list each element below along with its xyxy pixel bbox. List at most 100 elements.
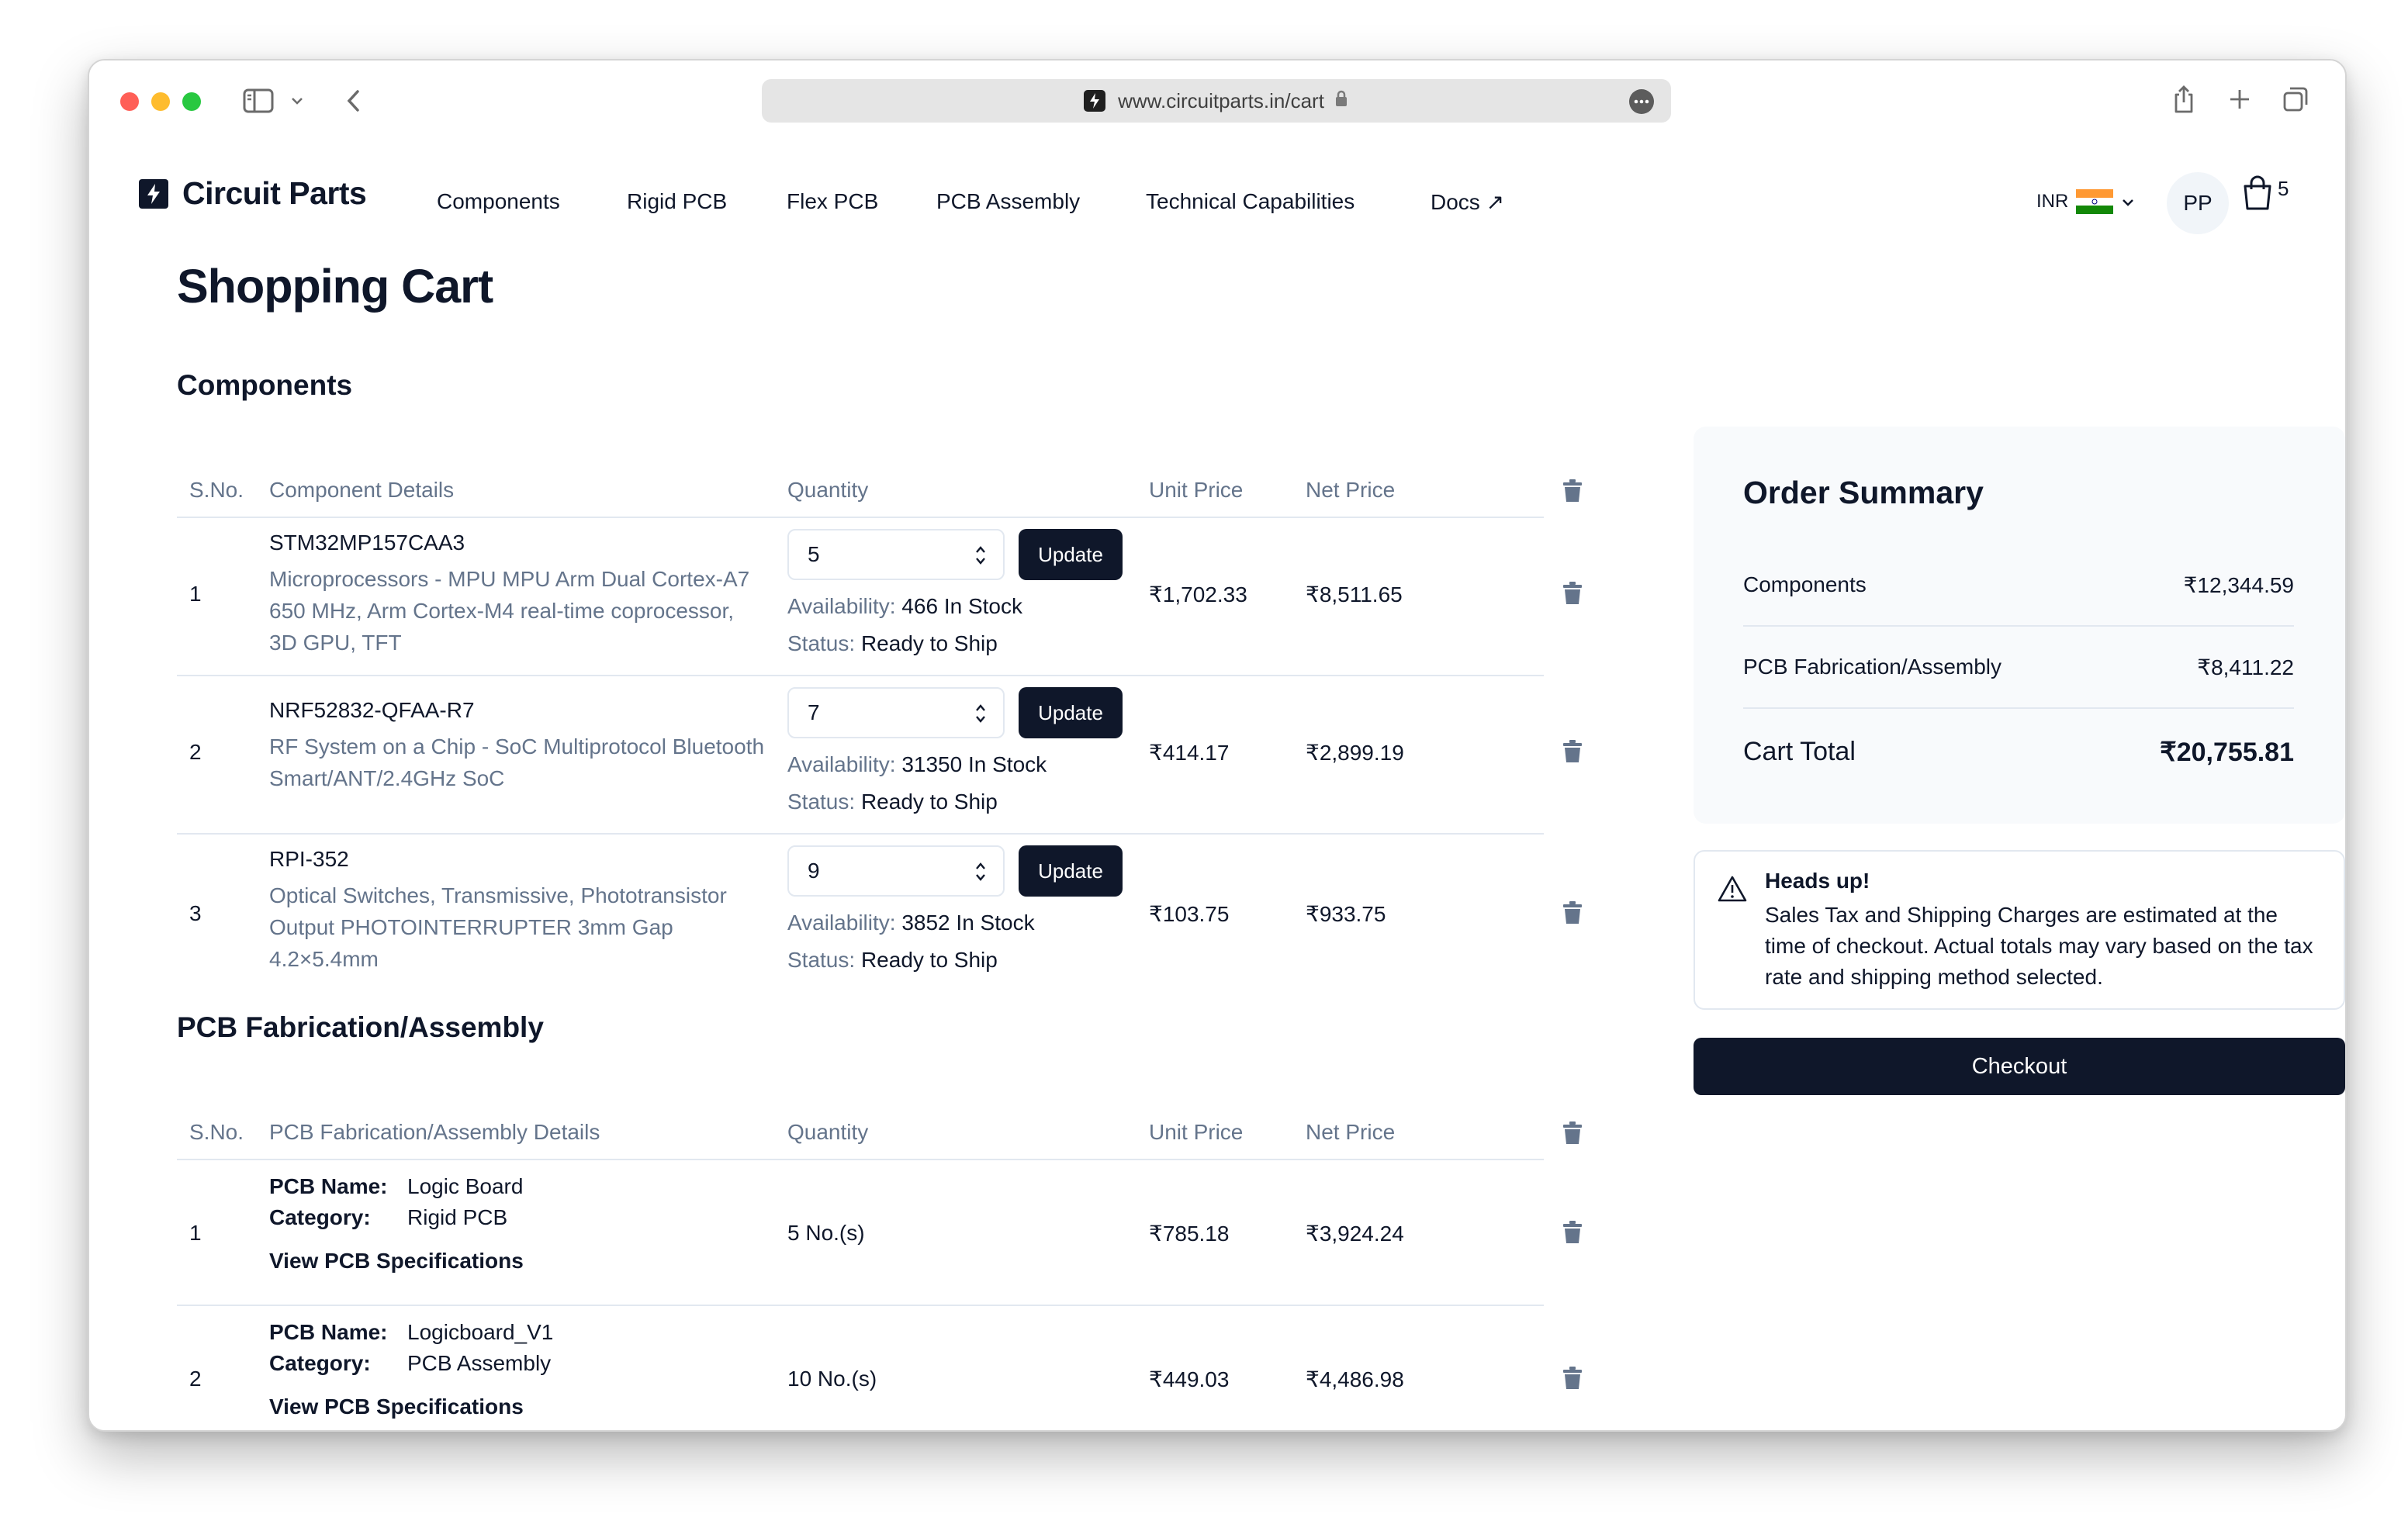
status-label: Status: [787, 631, 856, 655]
site-header: Circuit Parts Components Rigid PCB Flex … [89, 138, 2345, 247]
remove-item-trash-icon[interactable] [1562, 740, 1583, 767]
summary-components-value: ₹12,344.59 [2183, 573, 2294, 597]
pcb-name-value: Logic Board [407, 1174, 524, 1198]
header-sno: S.No. [189, 478, 244, 502]
unit-price: ₹1,702.33 [1149, 582, 1247, 607]
remove-item-trash-icon[interactable] [1562, 1367, 1583, 1394]
row-sno: 3 [189, 901, 202, 925]
quantity-stepper[interactable]: 9 [787, 845, 1005, 897]
quantity-value: 9 [808, 859, 820, 883]
order-summary-card: Order Summary Components ₹12,344.59 PCB … [1694, 427, 2345, 824]
pcb-name: PCB Name: Logic Board [269, 1174, 523, 1199]
view-pcb-specifications-link[interactable]: View PCB Specifications [269, 1394, 524, 1419]
sidebar-toggle-icon[interactable] [241, 87, 275, 115]
nav-link-pcb-assembly[interactable]: PCB Assembly [936, 189, 1080, 214]
quantity-stepper[interactable]: 7 [787, 687, 1005, 738]
clear-components-trash-icon[interactable] [1562, 479, 1583, 506]
remove-item-trash-icon[interactable] [1562, 901, 1583, 928]
pcb-category-label: Category: [269, 1205, 371, 1229]
update-quantity-button[interactable]: Update [1019, 845, 1123, 897]
nav-link-technical-capabilities[interactable]: Technical Capabilities [1146, 189, 1354, 214]
stepper-arrows-icon[interactable] [974, 861, 988, 888]
availability-text: Availability: 3852 In Stock [787, 911, 1035, 935]
net-price: ₹4,486.98 [1306, 1367, 1404, 1391]
checkout-button[interactable]: Checkout [1694, 1038, 2345, 1095]
currency-selector[interactable]: INR [2036, 189, 2135, 215]
chevron-down-icon[interactable] [288, 93, 306, 109]
stepper-arrows-icon[interactable] [974, 703, 988, 730]
alert-body: Sales Tax and Shipping Charges are estim… [1765, 903, 2313, 989]
pcb-table-header: S.No. PCB Fabrication/Assembly Details Q… [177, 1104, 1582, 1160]
quantity-value: 7 [808, 700, 820, 724]
view-pcb-specifications-link[interactable]: View PCB Specifications [269, 1249, 524, 1274]
lightning-logo-icon [139, 178, 168, 209]
header-quantity: Quantity [787, 1120, 869, 1144]
availability-label: Availability: [787, 752, 896, 776]
nav-link-rigid-pcb[interactable]: Rigid PCB [627, 189, 727, 214]
net-price: ₹933.75 [1306, 902, 1386, 926]
stepper-arrows-icon[interactable] [974, 544, 988, 572]
close-window-button[interactable] [120, 92, 139, 111]
summary-components-label: Components [1743, 572, 1867, 596]
pcb-category: Category: PCB Assembly [269, 1351, 551, 1376]
brand-name: Circuit Parts [182, 175, 367, 211]
url-text: www.circuitparts.in/cart [1118, 88, 1324, 112]
nav-link-flex-pcb[interactable]: Flex PCB [787, 189, 878, 214]
remove-item-trash-icon[interactable] [1562, 582, 1583, 609]
warning-triangle-icon [1717, 875, 1748, 907]
heads-up-alert: Heads up! Sales Tax and Shipping Charges… [1694, 850, 2345, 1010]
minimize-window-button[interactable] [151, 92, 170, 111]
net-price: ₹8,511.65 [1306, 582, 1403, 607]
unit-price: ₹103.75 [1149, 902, 1230, 926]
unit-price: ₹785.18 [1149, 1222, 1230, 1246]
table-row: 1 PCB Name: Logic Board Category: Rigid PC… [177, 1159, 1582, 1306]
cart-total-label: Cart Total [1743, 737, 1856, 766]
quantity-stepper[interactable]: 5 [787, 529, 1005, 580]
update-quantity-button[interactable]: Update [1019, 687, 1123, 738]
availability-label: Availability: [787, 911, 896, 935]
status-label: Status: [787, 948, 856, 972]
shopping-bag-icon[interactable] [2241, 175, 2274, 215]
availability-text: Availability: 31350 In Stock [787, 752, 1047, 777]
tab-overview-icon[interactable] [2280, 84, 2311, 115]
summary-components-row: Components ₹12,344.59 [1743, 572, 2294, 598]
summary-divider [1743, 625, 2294, 627]
status-text: Status: Ready to Ship [787, 631, 998, 656]
new-tab-plus-icon[interactable] [2226, 85, 2254, 113]
availability-label: Availability: [787, 594, 896, 618]
update-quantity-button[interactable]: Update [1019, 529, 1123, 580]
summary-total-row: Cart Total ₹20,755.81 [1743, 737, 2294, 768]
zoom-window-button[interactable] [182, 92, 201, 111]
row-sno: 2 [189, 1367, 202, 1391]
table-row: 2 NRF52832-QFAA-R7 RF System on a Chip -… [177, 675, 1582, 835]
header-unit-price: Unit Price [1149, 478, 1244, 502]
lock-icon [1334, 89, 1349, 113]
remove-item-trash-icon[interactable] [1562, 1221, 1583, 1248]
part-number[interactable]: RPI-352 [269, 847, 349, 872]
header-net-price: Net Price [1306, 1120, 1396, 1144]
browser-window: www.circuitparts.in/cart Circuit Parts C… [88, 59, 2347, 1432]
header-sno: S.No. [189, 1120, 244, 1144]
pcb-name-label: PCB Name: [269, 1174, 388, 1198]
brand-logo[interactable]: Circuit Parts [139, 175, 367, 212]
availability-text: Availability: 466 In Stock [787, 594, 1022, 619]
share-icon[interactable] [2168, 82, 2199, 116]
summary-pcb-label: PCB Fabrication/Assembly [1743, 655, 2002, 679]
unit-price: ₹449.03 [1149, 1367, 1230, 1391]
nav-link-components[interactable]: Components [437, 189, 560, 214]
page-options-icon[interactable] [1629, 89, 1654, 114]
pcb-category: Category: Rigid PCB [269, 1205, 507, 1230]
clear-pcb-trash-icon[interactable] [1562, 1121, 1583, 1149]
pcb-category-label: Category: [269, 1351, 371, 1375]
part-number[interactable]: STM32MP157CAA3 [269, 530, 465, 555]
india-flag-icon [2076, 189, 2114, 215]
chevron-down-icon [2121, 191, 2135, 213]
back-arrow-icon[interactable] [342, 87, 365, 115]
nav-link-docs[interactable]: Docs ↗ [1431, 189, 1504, 215]
part-description: Microprocessors - MPU MPU Arm Dual Corte… [269, 567, 750, 655]
part-number[interactable]: NRF52832-QFAA-R7 [269, 698, 475, 723]
avatar[interactable]: PP [2167, 172, 2229, 234]
address-bar[interactable]: www.circuitparts.in/cart [762, 79, 1671, 123]
net-price: ₹3,924.24 [1306, 1222, 1404, 1246]
unit-price: ₹414.17 [1149, 741, 1230, 765]
